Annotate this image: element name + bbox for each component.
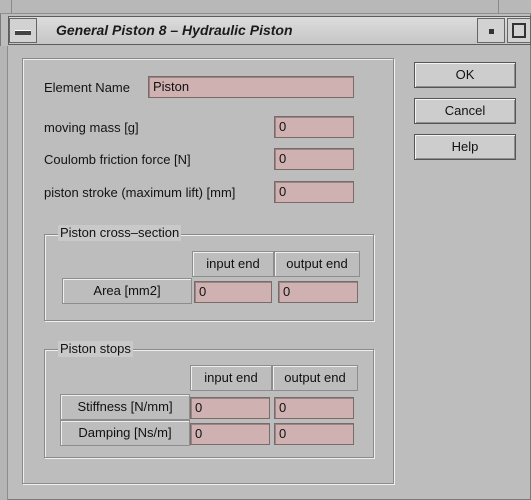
area-output-end[interactable]: 0 [278,281,358,303]
damping-label: Damping [Ns/m] [60,420,190,446]
window-title: General Piston 8 – Hydraulic Piston [56,22,293,38]
stiffness-label: Stiffness [N/mm] [60,394,190,420]
moving-mass-label: moving mass [g] [44,120,139,135]
cancel-button[interactable]: Cancel [414,98,516,124]
area-label: Area [mm2] [62,278,192,304]
piston-stroke-label: piston stroke (maximum lift) [mm] [44,185,236,200]
ok-button[interactable]: OK [414,62,516,88]
cross-section-header-input: input end [192,251,274,277]
stops-title: Piston stops [58,341,133,357]
coulomb-friction-label: Coulomb friction force [N] [44,152,191,167]
window-top-strip [0,0,531,14]
element-name-label: Element Name [44,80,130,95]
stiffness-output-end[interactable]: 0 [274,397,354,419]
window-menu-button[interactable] [9,18,37,43]
area-input-end[interactable]: 0 [194,281,272,303]
window-left-border [0,46,8,500]
help-button[interactable]: Help [414,134,516,160]
damping-output-end[interactable]: 0 [274,423,354,445]
stops-header-output: output end [272,365,358,391]
window-menu-icon [15,30,31,35]
stops-header-input: input end [190,365,272,391]
maximize-button[interactable] [507,18,531,43]
coulomb-friction-input[interactable]: 0 [274,148,354,170]
damping-input-end[interactable]: 0 [190,423,270,445]
minimize-button[interactable] [477,18,505,43]
element-name-input[interactable]: Piston [148,76,354,98]
cross-section-header-output: output end [274,251,360,277]
maximize-icon [512,23,526,38]
minimize-icon [489,29,494,34]
piston-stroke-input[interactable]: 0 [274,181,354,203]
moving-mass-input[interactable]: 0 [274,116,354,138]
stiffness-input-end[interactable]: 0 [190,397,270,419]
cross-section-title: Piston cross–section [58,225,182,241]
